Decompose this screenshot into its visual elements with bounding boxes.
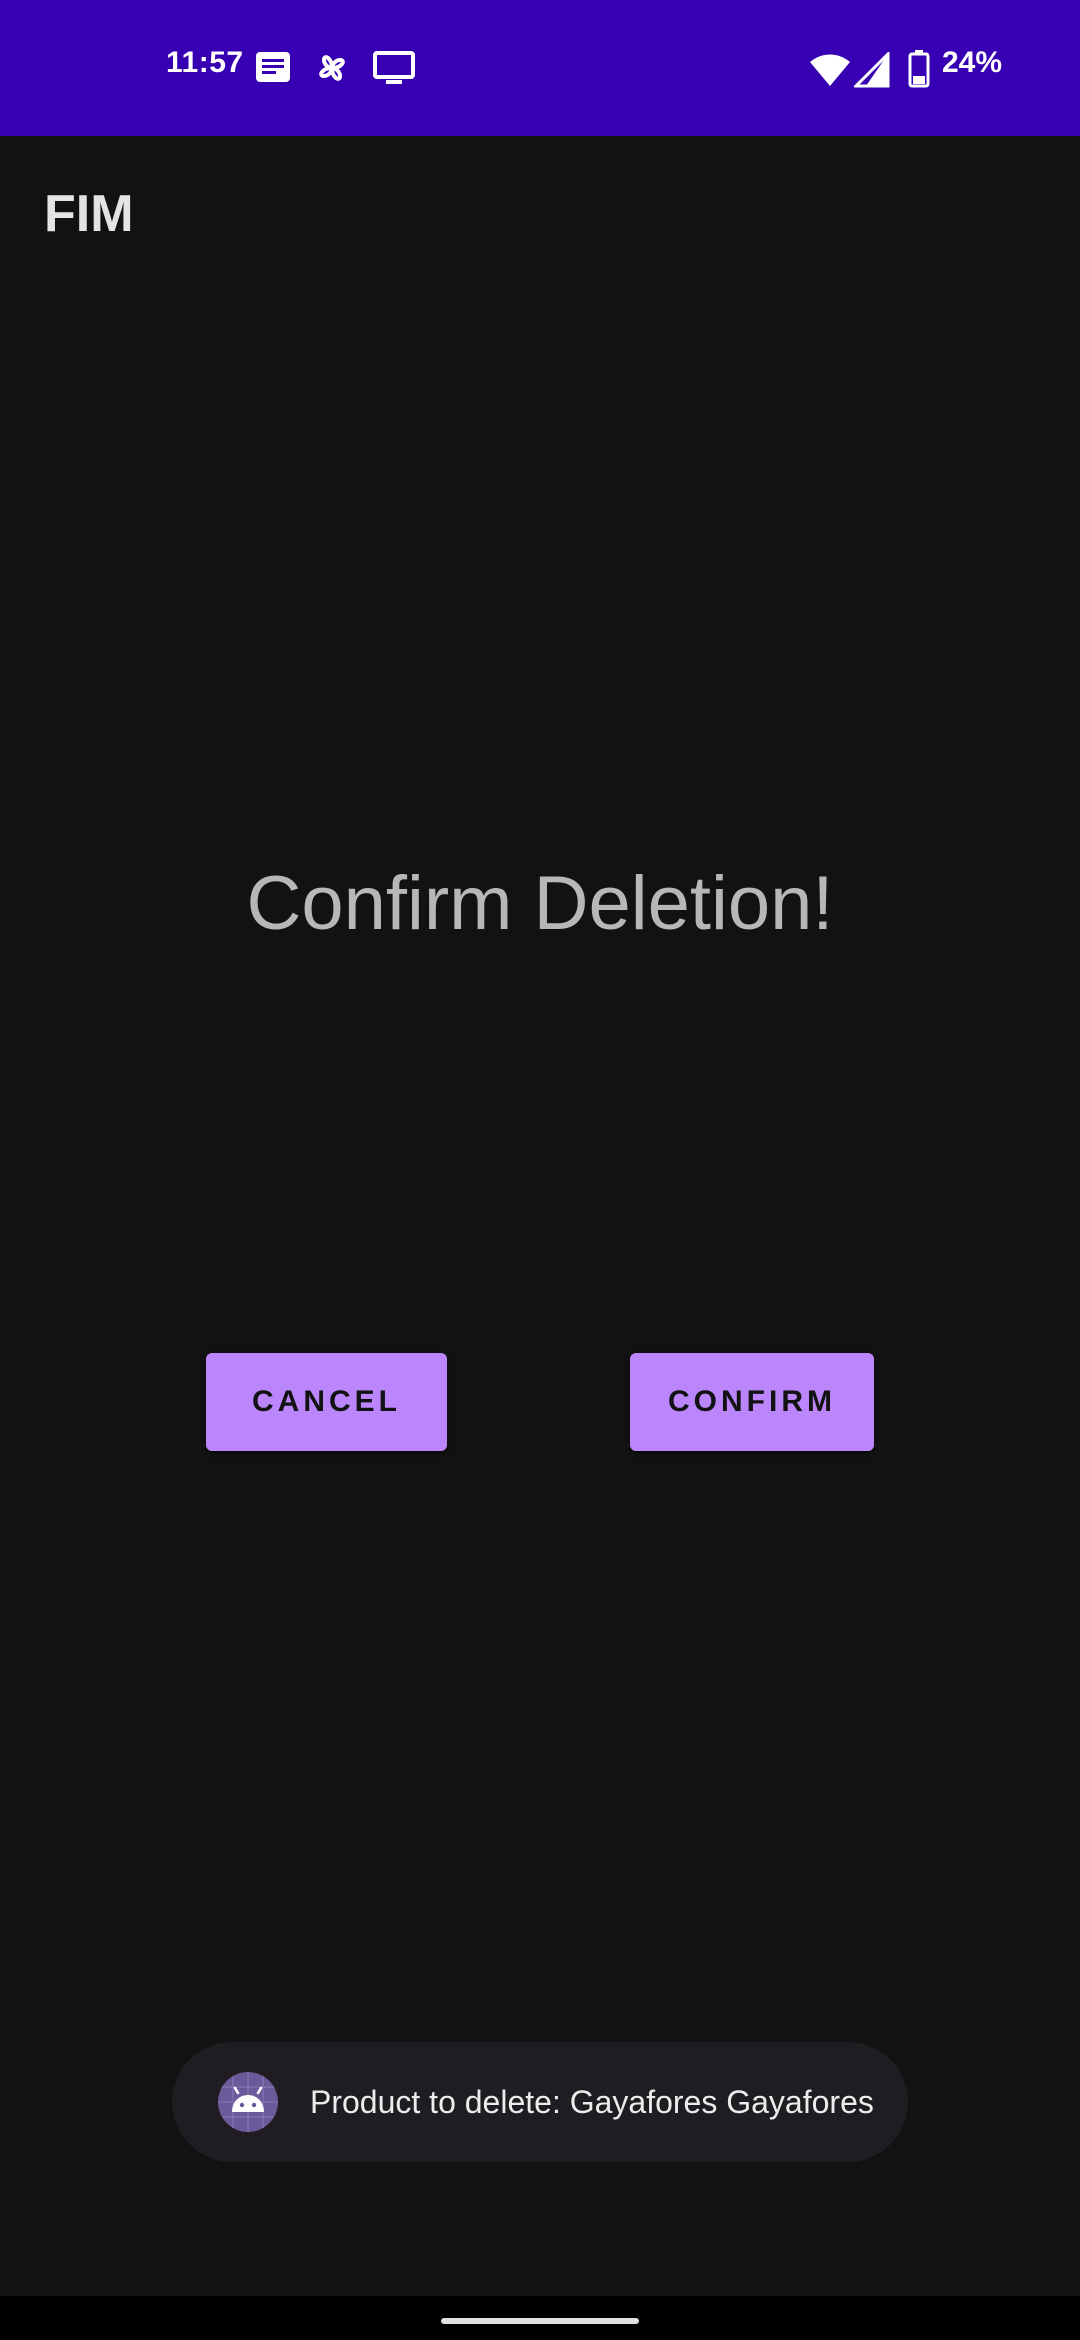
status-time: 11:57 <box>166 46 244 79</box>
app-title: FIM <box>44 185 134 243</box>
battery-percent: 24% <box>941 46 1002 79</box>
battery-icon <box>908 50 930 93</box>
android-icon <box>218 2072 278 2132</box>
wifi-icon <box>808 52 852 93</box>
confirm-button[interactable]: CONFIRM <box>630 1353 874 1451</box>
navigation-bar <box>0 2296 1080 2340</box>
screen: 11:57 24% FIM Confirm Deletion! CANCEL C… <box>0 0 1080 2340</box>
toast-message: Product to delete: Gayafores Gayafores <box>310 2084 874 2120</box>
toast: Product to delete: Gayafores Gayafores <box>172 2042 908 2162</box>
notification-icon <box>254 50 292 89</box>
page-heading: Confirm Deletion! <box>246 861 834 946</box>
signal-icon <box>852 50 890 93</box>
status-bar: 11:57 24% <box>0 0 1080 136</box>
cast-screen-icon <box>372 50 416 91</box>
pinwheel-icon <box>312 48 352 93</box>
cancel-button[interactable]: CANCEL <box>206 1353 447 1451</box>
home-gesture-handle[interactable] <box>441 2318 639 2324</box>
